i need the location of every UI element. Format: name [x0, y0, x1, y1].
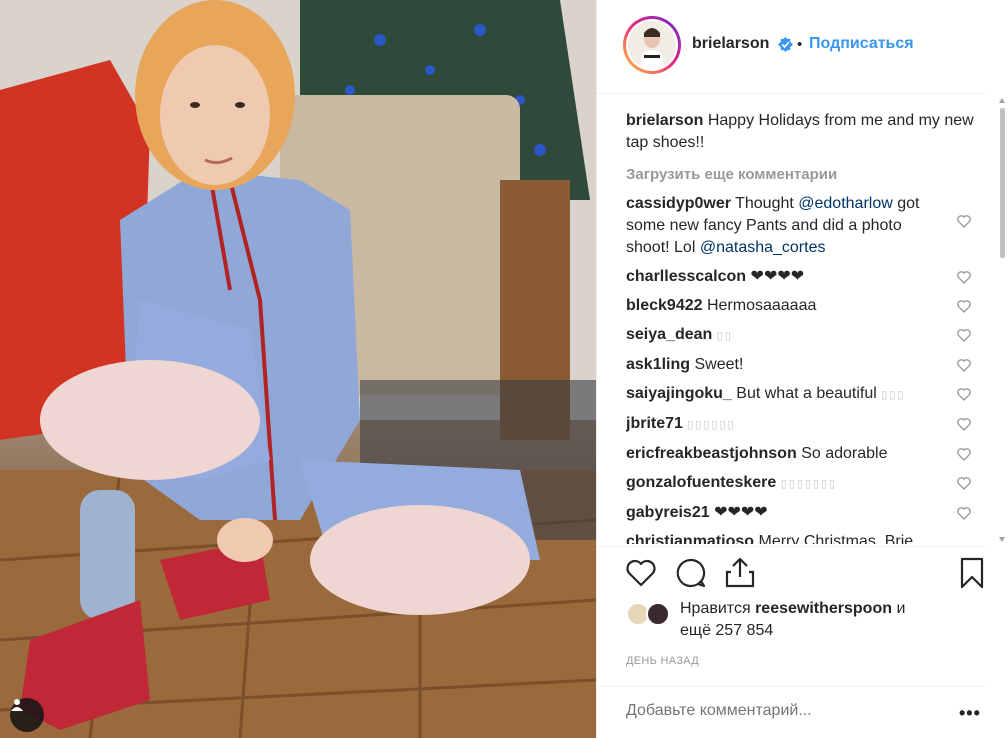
comment-input-divider: [597, 686, 985, 687]
comment-item: gabyreis21 ❤❤❤❤: [626, 502, 978, 524]
caption-username[interactable]: brielarson: [626, 112, 703, 129]
user-tags-button[interactable]: [10, 698, 44, 732]
add-comment-input[interactable]: [626, 702, 926, 720]
comment-emoji: ▯▯▯: [881, 389, 906, 401]
heart-icon[interactable]: [956, 298, 972, 314]
scroll-down-icon[interactable]: [999, 537, 1005, 542]
more-options-button[interactable]: •••: [959, 703, 981, 724]
heart-icon[interactable]: [956, 475, 972, 491]
comment-text: Sweet!: [694, 356, 744, 373]
comment-item: ask1ling Sweet!: [626, 354, 978, 376]
comment-username[interactable]: gonzalofuenteskere: [626, 474, 776, 491]
comment-username[interactable]: christianmatioso: [626, 533, 754, 544]
post-sidebar: brielarson • Подписаться brielarson Happ…: [596, 0, 1008, 738]
comment-text: ▯▯▯▯▯▯▯: [780, 478, 838, 490]
likes-prefix: Нравится: [680, 600, 751, 617]
comment-item: christianmatioso Merry Christmas, Brie: [626, 531, 978, 544]
comment-item: ericfreakbeastjohnson So adorable: [626, 443, 978, 465]
header-divider: [597, 93, 985, 94]
profile-avatar[interactable]: [623, 16, 681, 74]
heart-icon[interactable]: [956, 505, 972, 521]
heart-icon[interactable]: [956, 327, 972, 343]
comment-item: gonzalofuenteskere ▯▯▯▯▯▯▯: [626, 472, 978, 495]
comment-item: charllesscalcon ❤❤❤❤: [626, 266, 978, 288]
likes-text: Нравится reesewitherspoon и: [680, 598, 970, 620]
comment-username[interactable]: charllesscalcon: [626, 268, 746, 285]
comment-text: But what a beautiful: [736, 385, 877, 402]
heart-icon[interactable]: [956, 386, 972, 402]
comment-username[interactable]: saiyajingoku_: [626, 385, 732, 402]
comment-username[interactable]: jbrite71: [626, 415, 683, 432]
comment-text: Thought: [735, 195, 799, 212]
liker-username[interactable]: reesewitherspoon: [755, 600, 892, 617]
comment-text: ▯▯▯▯▯▯: [687, 419, 736, 431]
person-icon: [11, 699, 23, 711]
mention-link[interactable]: @natasha_cortes: [700, 239, 826, 256]
heart-icon[interactable]: [956, 416, 972, 432]
bookmark-icon[interactable]: [955, 556, 989, 590]
scrollbar-thumb[interactable]: [1000, 108, 1005, 258]
follow-button[interactable]: Подписаться: [809, 35, 914, 53]
post-caption: brielarson Happy Holidays from me and my…: [626, 110, 978, 154]
comment-item: jbrite71 ▯▯▯▯▯▯: [626, 413, 978, 436]
post-author-username[interactable]: brielarson: [692, 35, 769, 53]
photo-illustration: [0, 0, 596, 738]
separator-dot: •: [797, 36, 803, 53]
verified-badge-icon: [778, 37, 793, 52]
heart-icon[interactable]: [956, 213, 972, 229]
heart-icon[interactable]: [956, 446, 972, 462]
liker-avatars: [626, 602, 672, 626]
comment-username[interactable]: ask1ling: [626, 356, 690, 373]
comment-text: Hermosaaaaaa: [706, 297, 817, 314]
comment-username[interactable]: gabyreis21: [626, 504, 710, 521]
likes-suffix: и: [896, 600, 906, 617]
comment-text: ❤❤❤❤: [750, 268, 805, 285]
post-actions: [597, 554, 1008, 594]
comment-item: saiyajingoku_ But what a beautiful ▯▯▯: [626, 383, 978, 406]
comment-username[interactable]: seiya_dean: [626, 326, 712, 343]
comment-item: cassidyp0wer Thought @edotharlow got som…: [626, 193, 978, 259]
comment-username[interactable]: bleck9422: [626, 297, 703, 314]
comment-item: bleck9422 Hermosaaaaaa: [626, 295, 978, 317]
scroll-up-icon[interactable]: [999, 98, 1005, 103]
comments-scrollbar[interactable]: [997, 96, 1007, 546]
comment-text: ❤❤❤❤: [714, 504, 768, 521]
heart-icon[interactable]: [956, 357, 972, 373]
comments-list: brielarson Happy Holidays from me and my…: [626, 104, 978, 544]
post-header: brielarson • Подписаться: [597, 0, 1008, 93]
share-icon[interactable]: [723, 556, 757, 590]
comment-text: Merry Christmas, Brie: [758, 533, 914, 544]
actions-divider: [597, 546, 985, 547]
post-photo[interactable]: [0, 0, 596, 738]
load-more-comments-button[interactable]: Загрузить еще комментарии: [626, 164, 978, 186]
comment-text: So adorable: [801, 445, 888, 462]
comment-bubble-icon[interactable]: [674, 556, 708, 590]
comment-username[interactable]: cassidyp0wer: [626, 195, 731, 212]
mention-link[interactable]: @edotharlow: [798, 195, 893, 212]
comment-text: ▯▯: [716, 330, 733, 342]
liker-avatar[interactable]: [646, 602, 670, 626]
heart-icon[interactable]: [956, 269, 972, 285]
avatar-image: [628, 21, 676, 69]
likes-count-link[interactable]: ещё 257 854: [680, 620, 970, 642]
comment-item: seiya_dean ▯▯: [626, 324, 978, 347]
comment-username[interactable]: ericfreakbeastjohnson: [626, 445, 797, 462]
like-heart-icon[interactable]: [624, 556, 658, 590]
post-timestamp[interactable]: ДЕНЬ НАЗАД: [626, 655, 699, 667]
